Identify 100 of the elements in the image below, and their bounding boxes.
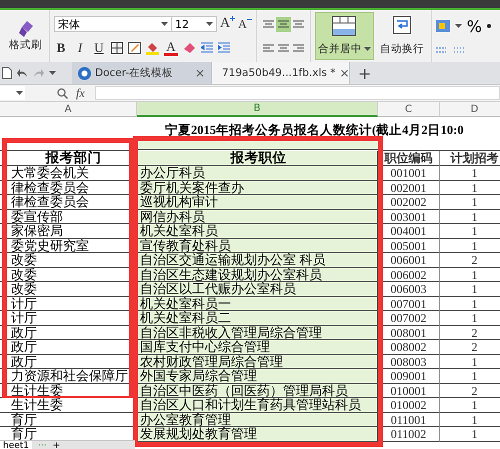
table-cell: 委宣传部 bbox=[0, 210, 137, 224]
table-cell: 改委 bbox=[0, 253, 137, 268]
document-tab[interactable]: Docer-在线模板 × bbox=[72, 62, 212, 84]
format-painter-button[interactable]: 格式刷 bbox=[6, 16, 45, 56]
border-icon[interactable] bbox=[111, 42, 123, 54]
shrink-font-button[interactable]: A bbox=[238, 16, 252, 32]
underline-button[interactable]: U bbox=[92, 40, 106, 56]
brush-icon bbox=[18, 20, 34, 38]
table-cell: 006001 bbox=[378, 253, 440, 268]
table-cell: 计厅 bbox=[0, 311, 137, 326]
align-middle-icon[interactable] bbox=[276, 16, 291, 32]
formula-input[interactable] bbox=[94, 86, 500, 100]
table-cell: 011001 bbox=[378, 412, 440, 427]
increase-indent-icon[interactable] bbox=[218, 42, 230, 54]
table-cell: 1 bbox=[440, 427, 500, 442]
table-cell: 机关处室科员 bbox=[137, 224, 378, 238]
table-cell: 自治区人口和计划生育药具管理站科员 bbox=[137, 398, 378, 412]
column-header[interactable]: B bbox=[137, 102, 378, 117]
table-cell: 2 bbox=[440, 253, 500, 268]
table-cell: 006003 bbox=[378, 282, 440, 296]
table-cell: 宣传教育处科员 bbox=[137, 238, 378, 253]
percent-button[interactable]: % bbox=[466, 16, 482, 36]
wrap-text-icon bbox=[392, 16, 411, 34]
name-box[interactable] bbox=[0, 86, 25, 100]
table-cell: 1 bbox=[440, 282, 500, 296]
table-cell: 网信办科员 bbox=[137, 210, 378, 224]
table-cell: 1 bbox=[440, 412, 500, 427]
table-cell: 国库支付中心综合管理 bbox=[137, 340, 378, 354]
table-cell: 发展规划处教育管理 bbox=[137, 427, 378, 442]
table-cell: 律检查委员会 bbox=[0, 180, 137, 195]
table-cell: 010001 bbox=[378, 384, 440, 398]
table-cell: 委党史研究室 bbox=[0, 238, 137, 253]
column-heading: 报考部门 bbox=[0, 151, 137, 166]
table-cell: 1 bbox=[440, 180, 500, 195]
bold-button[interactable]: B bbox=[54, 40, 68, 56]
table-cell: 1 bbox=[440, 268, 500, 282]
print-preview-icon[interactable] bbox=[2, 67, 12, 79]
table-cell: 自治区以工代赈办公室科员 bbox=[137, 282, 378, 296]
plus-icon bbox=[230, 16, 236, 21]
table-cell: 002002 bbox=[378, 195, 440, 210]
table-cell: 1 bbox=[440, 296, 500, 311]
column-heading: 职位编码 bbox=[378, 151, 440, 166]
table-cell: 委厅机关案件查办 bbox=[137, 180, 378, 195]
table-cell: 机关处室科员二 bbox=[137, 311, 378, 326]
wrap-text-button[interactable]: 自动换行 bbox=[376, 12, 427, 60]
table-cell: 003001 bbox=[378, 210, 440, 224]
table-cell: 002001 bbox=[378, 180, 440, 195]
new-tab-button[interactable]: + bbox=[350, 64, 380, 82]
font-size-field[interactable]: 12 bbox=[171, 16, 217, 32]
column-heading: 计划招考 bbox=[440, 151, 500, 166]
table-cell: 006002 bbox=[378, 268, 440, 282]
italic-button[interactable]: I bbox=[73, 40, 87, 56]
table-cell: 自治区生态建设规划办公室科员 bbox=[137, 268, 378, 282]
column-header[interactable]: C bbox=[378, 102, 440, 117]
decrease-decimal-icon[interactable] bbox=[454, 45, 464, 56]
eraser-icon[interactable] bbox=[183, 42, 196, 54]
table-cell: 007001 bbox=[378, 296, 440, 311]
grow-font-button[interactable]: A bbox=[220, 16, 236, 32]
document-tab[interactable]: 719a50b49...1fb.xls * × bbox=[212, 62, 350, 84]
font-color-button[interactable]: A bbox=[164, 40, 178, 56]
function-button[interactable]: fx bbox=[76, 86, 85, 100]
caret-icon bbox=[161, 22, 168, 26]
table-cell: 2 bbox=[440, 326, 500, 340]
table-cell: 005001 bbox=[378, 238, 440, 253]
table-cell: 政厅 bbox=[0, 340, 137, 354]
table-cell: 政厅 bbox=[0, 326, 137, 340]
table-cell: 010002 bbox=[378, 398, 440, 412]
table-cell: 1 bbox=[440, 166, 500, 180]
table-cell: 机关处室科员一 bbox=[137, 296, 378, 311]
decrease-indent-icon[interactable] bbox=[201, 42, 213, 54]
table-cell: 009001 bbox=[378, 369, 440, 384]
undo-icon[interactable] bbox=[17, 69, 28, 77]
add-sheet-button[interactable]: + bbox=[52, 441, 60, 449]
currency-format-icon[interactable] bbox=[436, 20, 450, 32]
sheet-tab[interactable]: heet1 bbox=[0, 440, 32, 449]
cell-style-icon[interactable] bbox=[128, 42, 141, 54]
table-cell: 办公室教育管理 bbox=[137, 412, 378, 427]
table-cell: 1 bbox=[440, 369, 500, 384]
fill-color-icon[interactable] bbox=[146, 41, 159, 55]
table-cell: 1 bbox=[440, 238, 500, 253]
table-cell: 大常委会机关 bbox=[0, 166, 137, 180]
caret-icon bbox=[49, 71, 56, 75]
merge-cells-icon bbox=[332, 16, 356, 36]
search-icon[interactable] bbox=[57, 88, 68, 98]
caret-icon bbox=[16, 91, 23, 95]
column-header[interactable]: A bbox=[0, 102, 137, 117]
table-cell: 改委 bbox=[0, 282, 137, 296]
table-cell: 1 bbox=[440, 311, 500, 326]
table-cell: 001001 bbox=[378, 166, 440, 180]
table-cell: 生计生委 bbox=[0, 398, 137, 412]
column-heading: 报考职位 bbox=[137, 151, 378, 166]
close-tab-button[interactable]: × bbox=[339, 66, 350, 80]
font-name-field[interactable]: 宋体 bbox=[54, 16, 172, 32]
merge-center-button[interactable]: 合并居中 bbox=[314, 12, 374, 60]
increase-decimal-icon[interactable] bbox=[436, 45, 446, 56]
table-cell: 1 bbox=[440, 195, 500, 210]
close-tab-button[interactable]: × bbox=[194, 66, 205, 80]
column-header[interactable]: D bbox=[440, 102, 500, 117]
comma-style-icon[interactable] bbox=[487, 24, 491, 29]
caret-icon bbox=[454, 24, 462, 28]
